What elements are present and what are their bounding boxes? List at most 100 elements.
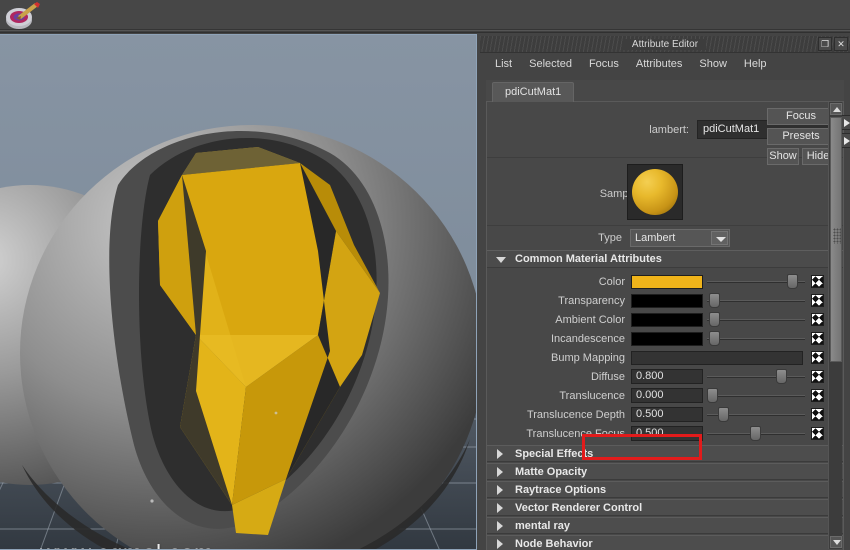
attribute-row: Translucence 0.000 bbox=[487, 386, 843, 405]
perspective-viewport[interactable] bbox=[0, 35, 476, 549]
slider-thumb[interactable] bbox=[709, 331, 720, 346]
node-name-row: lambert: pdiCutMat1 Focus Presets Show H… bbox=[487, 102, 850, 165]
map-checker-icon[interactable] bbox=[811, 294, 824, 307]
slider-thumb[interactable] bbox=[707, 388, 718, 403]
attribute-label: Ambient Color bbox=[555, 313, 625, 326]
attribute-editor-body: lambert: pdiCutMat1 Focus Presets Show H… bbox=[486, 102, 850, 550]
node-tabbar: pdiCutMat1 bbox=[486, 80, 844, 102]
section-label: Common Material Attributes bbox=[515, 253, 662, 265]
attribute-row: Incandescence bbox=[487, 329, 843, 348]
slider-thumb[interactable] bbox=[750, 426, 761, 441]
viewport-render bbox=[0, 35, 476, 549]
attribute-slider[interactable] bbox=[707, 292, 805, 309]
collapsed-section-row[interactable]: mental ray bbox=[487, 517, 843, 534]
slider-thumb[interactable] bbox=[709, 293, 720, 308]
attribute-label: Translucence Focus bbox=[526, 427, 625, 440]
collapsed-section-label: Raytrace Options bbox=[515, 483, 607, 496]
attribute-color-swatch[interactable] bbox=[631, 312, 703, 327]
menu-focus[interactable]: Focus bbox=[582, 56, 626, 72]
attribute-slider[interactable] bbox=[707, 311, 805, 328]
menu-attributes[interactable]: Attributes bbox=[629, 56, 689, 72]
collapsed-section-label: Matte Opacity bbox=[515, 465, 588, 478]
attribute-slider[interactable] bbox=[707, 425, 805, 442]
map-checker-icon[interactable] bbox=[811, 408, 824, 421]
close-window-button[interactable]: ✕ bbox=[834, 37, 848, 51]
slider-thumb[interactable] bbox=[787, 274, 798, 289]
attribute-value-field[interactable]: 0.800 bbox=[631, 369, 703, 384]
menu-help[interactable]: Help bbox=[737, 56, 774, 72]
map-checker-icon[interactable] bbox=[811, 427, 824, 440]
triangle-right-icon bbox=[496, 467, 505, 477]
window-title: Attribute Editor bbox=[623, 38, 707, 50]
scroll-up-icon[interactable] bbox=[830, 103, 842, 115]
material-sample-row: Sample bbox=[487, 158, 843, 226]
attribute-row: Translucence Depth 0.500 bbox=[487, 405, 843, 424]
maya-application-window: www.cgmol.com Attribute Editor ❐ ✕ List … bbox=[0, 0, 850, 550]
collapsed-section-row[interactable]: Vector Renderer Control bbox=[487, 499, 843, 516]
attribute-color-swatch[interactable] bbox=[631, 274, 703, 289]
map-checker-icon[interactable] bbox=[811, 313, 824, 326]
material-sample-swatch[interactable] bbox=[627, 164, 683, 220]
material-type-row: Type Lambert bbox=[487, 228, 843, 250]
attribute-editor-scrollbar[interactable] bbox=[828, 102, 842, 549]
collapsed-section-row[interactable]: Node Behavior bbox=[487, 535, 843, 550]
tab-pdicutmat1[interactable]: pdiCutMat1 bbox=[492, 82, 575, 102]
collapsed-section-row[interactable]: Matte Opacity bbox=[487, 463, 843, 480]
slider-thumb[interactable] bbox=[718, 407, 729, 422]
slider-track bbox=[707, 319, 805, 321]
map-checker-icon[interactable] bbox=[811, 275, 824, 288]
map-checker-icon[interactable] bbox=[811, 351, 824, 364]
attribute-color-swatch[interactable] bbox=[631, 331, 703, 346]
scroll-down-icon[interactable] bbox=[830, 536, 842, 548]
collapsed-section-row[interactable]: Special Effects bbox=[487, 445, 843, 462]
slider-thumb[interactable] bbox=[776, 369, 787, 384]
slider-track bbox=[707, 338, 805, 340]
attribute-slider[interactable] bbox=[707, 330, 805, 347]
top-toolbar bbox=[0, 0, 850, 30]
slider-track bbox=[707, 376, 805, 378]
menu-selected[interactable]: Selected bbox=[522, 56, 579, 72]
attribute-color-swatch[interactable] bbox=[631, 293, 703, 308]
attribute-row: Color bbox=[487, 272, 843, 291]
section-common-material-attributes[interactable]: Common Material Attributes bbox=[487, 250, 843, 268]
attribute-slider[interactable] bbox=[707, 406, 805, 423]
attribute-text-field[interactable] bbox=[631, 350, 803, 365]
attribute-value-field[interactable]: 0.000 bbox=[631, 388, 703, 403]
restore-window-button[interactable]: ❐ bbox=[818, 37, 832, 51]
attribute-slider[interactable] bbox=[707, 368, 805, 385]
attribute-row: Ambient Color bbox=[487, 310, 843, 329]
sample-label: Sample bbox=[599, 188, 637, 200]
collapsed-section-row[interactable]: Raytrace Options bbox=[487, 481, 843, 498]
triangle-down-icon bbox=[496, 255, 506, 264]
slider-thumb[interactable] bbox=[709, 312, 720, 327]
chevron-down-icon[interactable] bbox=[711, 231, 728, 245]
attribute-label: Diffuse bbox=[590, 370, 625, 383]
attribute-slider[interactable] bbox=[707, 273, 805, 290]
attribute-value-field[interactable]: 0.500 bbox=[631, 426, 703, 441]
attribute-value-field[interactable]: 0.500 bbox=[631, 407, 703, 422]
triangle-right-icon bbox=[496, 539, 505, 549]
viewport-panel[interactable]: www.cgmol.com bbox=[0, 34, 477, 550]
map-checker-icon[interactable] bbox=[811, 332, 824, 345]
presets-button[interactable]: Presets bbox=[767, 128, 835, 145]
scrollbar-thumb[interactable] bbox=[830, 117, 842, 362]
attribute-slider[interactable] bbox=[707, 387, 805, 404]
attribute-rows: Color Transparency Ambient Color Incandesce… bbox=[487, 268, 843, 445]
collapsed-section-label: mental ray bbox=[515, 519, 571, 532]
scrollbar-grip-icon bbox=[833, 228, 841, 244]
focus-button[interactable]: Focus bbox=[767, 108, 835, 125]
toolbar-divider bbox=[0, 30, 850, 33]
paint-pot-brush-icon[interactable] bbox=[4, 2, 44, 30]
attribute-label: Incandescence bbox=[551, 332, 625, 345]
slider-track bbox=[707, 395, 805, 397]
map-checker-icon[interactable] bbox=[811, 370, 824, 383]
map-checker-icon[interactable] bbox=[811, 389, 824, 402]
collapsed-section-label: Special Effects bbox=[515, 447, 594, 460]
triangle-right-icon bbox=[496, 485, 505, 495]
menu-show[interactable]: Show bbox=[692, 56, 734, 72]
side-button-group: Focus Presets Show Hide bbox=[767, 108, 837, 165]
collapsed-section-label: Vector Renderer Control bbox=[515, 501, 643, 514]
menu-list[interactable]: List bbox=[488, 56, 519, 72]
material-type-dropdown[interactable]: Lambert bbox=[630, 229, 730, 247]
attribute-editor-titlebar[interactable]: Attribute Editor ❐ ✕ bbox=[480, 36, 850, 53]
